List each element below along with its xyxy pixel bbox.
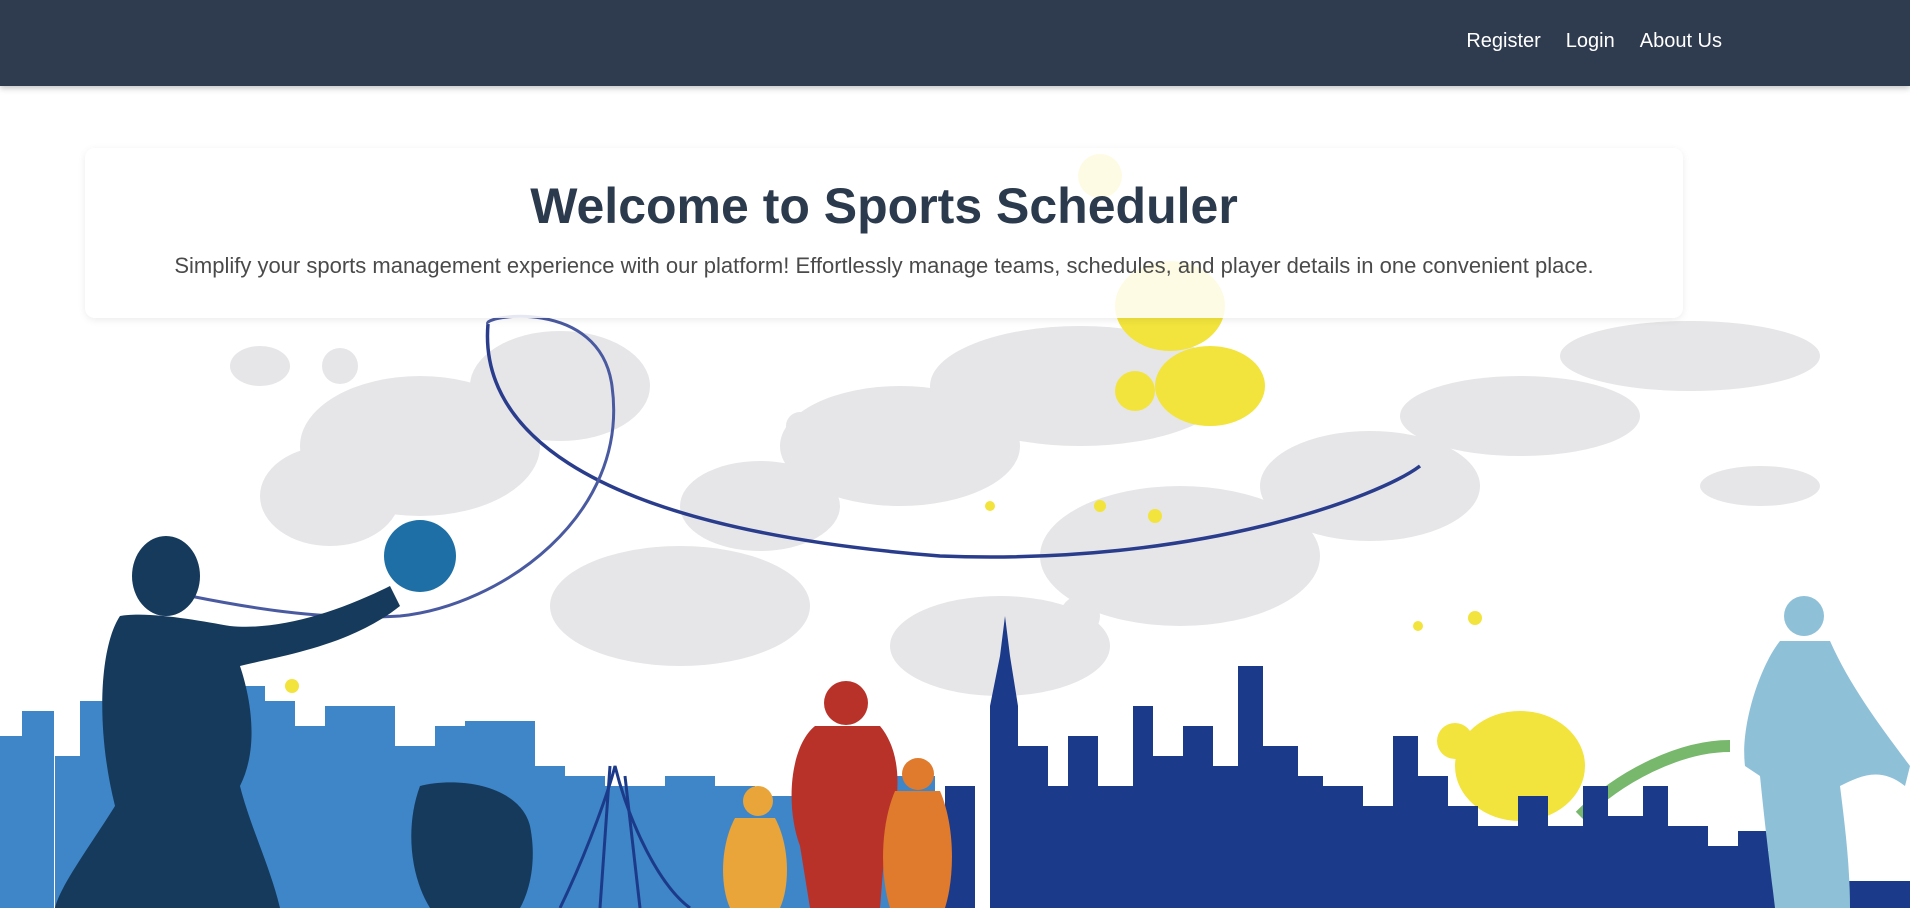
welcome-card: Welcome to Sports Scheduler Simplify you… — [85, 148, 1683, 318]
top-navbar: Register Login About Us — [0, 0, 1910, 86]
welcome-description: Simplify your sports management experien… — [174, 253, 1594, 278]
nav-links: Register Login About Us — [1466, 29, 1722, 53]
page-title: Welcome to Sports Scheduler — [530, 178, 1238, 234]
red-runner-silhouette — [791, 681, 898, 908]
nav-about-us-link[interactable]: About Us — [1640, 29, 1722, 53]
nav-register-link[interactable]: Register — [1466, 29, 1540, 53]
world-map-splatter — [230, 321, 1820, 696]
hero-section: Welcome to Sports Scheduler Simplify you… — [0, 86, 1910, 908]
basketball-icon — [384, 520, 456, 592]
nav-login-link[interactable]: Login — [1566, 29, 1615, 53]
